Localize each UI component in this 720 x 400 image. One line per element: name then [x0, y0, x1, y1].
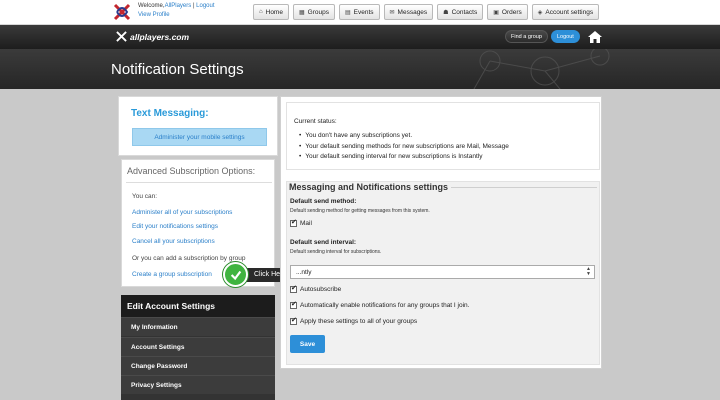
apply-all-row[interactable]: Apply these settings to all of your grou… [290, 316, 418, 325]
brand-logo[interactable]: allplayers.com [116, 31, 189, 42]
administer-subscriptions-link[interactable]: Administer all of your subscriptions [132, 209, 232, 216]
apply-all-label: Apply these settings to all of your grou… [300, 318, 418, 325]
status-heading: Current status: [294, 118, 337, 125]
checkmark-icon [223, 262, 248, 287]
home-icon[interactable] [587, 29, 603, 45]
nav-events-button[interactable]: ▤ Events [338, 4, 380, 20]
mail-icon: ✉ [389, 9, 395, 16]
auto-enable-label: Automatically enable notifications for a… [300, 302, 470, 309]
cart-icon: ▣ [493, 9, 499, 16]
autosubscribe-row[interactable]: Autosubscribe [290, 284, 342, 293]
advanced-options-title: Advanced Subscription Options: [127, 166, 256, 176]
settings-title: Messaging and Notifications settings [289, 182, 452, 192]
network-decoration-icon [473, 49, 610, 89]
group-subscription-text: Or you can add a subscription by group [132, 255, 246, 262]
mail-checkbox-row[interactable]: Mail [290, 218, 312, 227]
view-profile-link[interactable]: View Profile [138, 12, 170, 18]
sidebar-item-account-settings[interactable]: Account Settings [121, 337, 275, 356]
top-nav: ⌂ Home ▦ Groups ▤ Events ✉ Messages ☗ Contact… [253, 4, 600, 20]
page-title: Notification Settings [111, 61, 244, 78]
text-messaging-panel: Text Messaging: Administer your mobile s… [118, 96, 278, 156]
allplayers-logo-icon[interactable] [112, 2, 132, 22]
mail-checkbox[interactable] [290, 218, 297, 227]
nav-groups-button[interactable]: ▦ Groups [292, 4, 335, 20]
nav-home-button[interactable]: ⌂ Home [253, 4, 289, 20]
nav-orders-button[interactable]: ▣ Orders [487, 4, 528, 20]
sidebar-item-privacy-settings[interactable]: Privacy Settings [121, 375, 275, 394]
nav-label: Orders [501, 8, 522, 16]
welcome-block: Welcome,AllPlayers | Logout View Profile [138, 2, 215, 20]
nav-label: Home [265, 8, 283, 16]
sidebar: Text Messaging: Administer your mobile s… [118, 96, 278, 400]
status-item: Your default sending interval for new su… [299, 153, 482, 160]
send-method-description: Default sending method for getting messa… [290, 208, 430, 214]
save-button[interactable]: Save [290, 335, 325, 353]
send-interval-select[interactable]: ...ntly ▲ ▼ [290, 265, 595, 279]
shield-icon: ◈ [537, 9, 543, 16]
edit-notifications-link[interactable]: Edit your notifications settings [132, 223, 218, 230]
top-bar: Welcome,AllPlayers | Logout View Profile… [0, 0, 720, 25]
messaging-settings-form: Messaging and Notifications settings Def… [286, 181, 600, 365]
create-group-subscription-link[interactable]: Create a group subscription [132, 271, 212, 278]
sidebar-item-change-password[interactable]: Change Password [121, 356, 275, 375]
sidebar-item-my-information[interactable]: My Information [121, 317, 275, 336]
status-item: Your default sending methods for new sub… [299, 143, 509, 150]
send-interval-label: Default send interval: [290, 239, 357, 246]
nav-label: Contacts [451, 8, 478, 16]
autosubscribe-label: Autosubscribe [300, 286, 342, 293]
autosubscribe-checkbox[interactable] [290, 284, 297, 293]
logout-link[interactable]: Logout [196, 3, 214, 9]
page-hero: Notification Settings [0, 49, 720, 89]
nav-contacts-button[interactable]: ☗ Contacts [437, 4, 484, 20]
separator: | [192, 3, 195, 9]
find-group-button[interactable]: Find a group [505, 30, 548, 43]
welcome-prefix: Welcome, [138, 3, 165, 9]
send-interval-description: Default sending interval for subscriptio… [290, 249, 382, 255]
nav-label: Messages [397, 8, 428, 16]
text-messaging-title: Text Messaging: [131, 108, 209, 119]
calendar-icon: ▤ [344, 9, 351, 16]
you-can-text: You can: [132, 193, 158, 200]
logout-button[interactable]: Logout [551, 30, 580, 43]
nav-label: Events [353, 8, 374, 16]
main-content: Current status: You don't have any subsc… [280, 96, 602, 369]
divider [437, 187, 597, 188]
brand-mark-icon [116, 31, 127, 42]
cancel-subscriptions-link[interactable]: Cancel all your subscriptions [132, 238, 215, 245]
contacts-icon: ☗ [443, 9, 449, 16]
mail-option-label: Mail [300, 220, 312, 227]
home-icon: ⌂ [259, 9, 263, 15]
send-method-label: Default send method: [290, 198, 357, 205]
send-interval-value: ...ntly [296, 268, 312, 276]
mobile-settings-button[interactable]: Administer your mobile settings [132, 128, 267, 146]
divider [126, 182, 272, 183]
current-status-box: Current status: You don't have any subsc… [286, 102, 600, 170]
header-bar: allplayers.com Find a group Logout [0, 25, 720, 49]
nav-account-settings-button[interactable]: ◈ Account settings [531, 4, 600, 20]
auto-enable-row[interactable]: Automatically enable notifications for a… [290, 300, 470, 309]
auto-enable-checkbox[interactable] [290, 300, 297, 309]
apply-all-checkbox[interactable] [290, 316, 297, 325]
nav-label: Account settings [545, 8, 594, 16]
edit-account-title: Edit Account Settings [121, 295, 275, 317]
nav-messages-button[interactable]: ✉ Messages [383, 4, 434, 20]
select-arrows-icon: ▲ ▼ [586, 266, 591, 277]
groups-icon: ▦ [298, 9, 305, 16]
status-item: You don't have any subscriptions yet. [299, 132, 412, 139]
edit-account-panel: Edit Account Settings My Information Acc… [121, 295, 275, 400]
user-name-link[interactable]: AllPlayers [165, 3, 192, 9]
nav-label: Groups [307, 8, 329, 16]
brand-name: allplayers.com [130, 31, 190, 42]
